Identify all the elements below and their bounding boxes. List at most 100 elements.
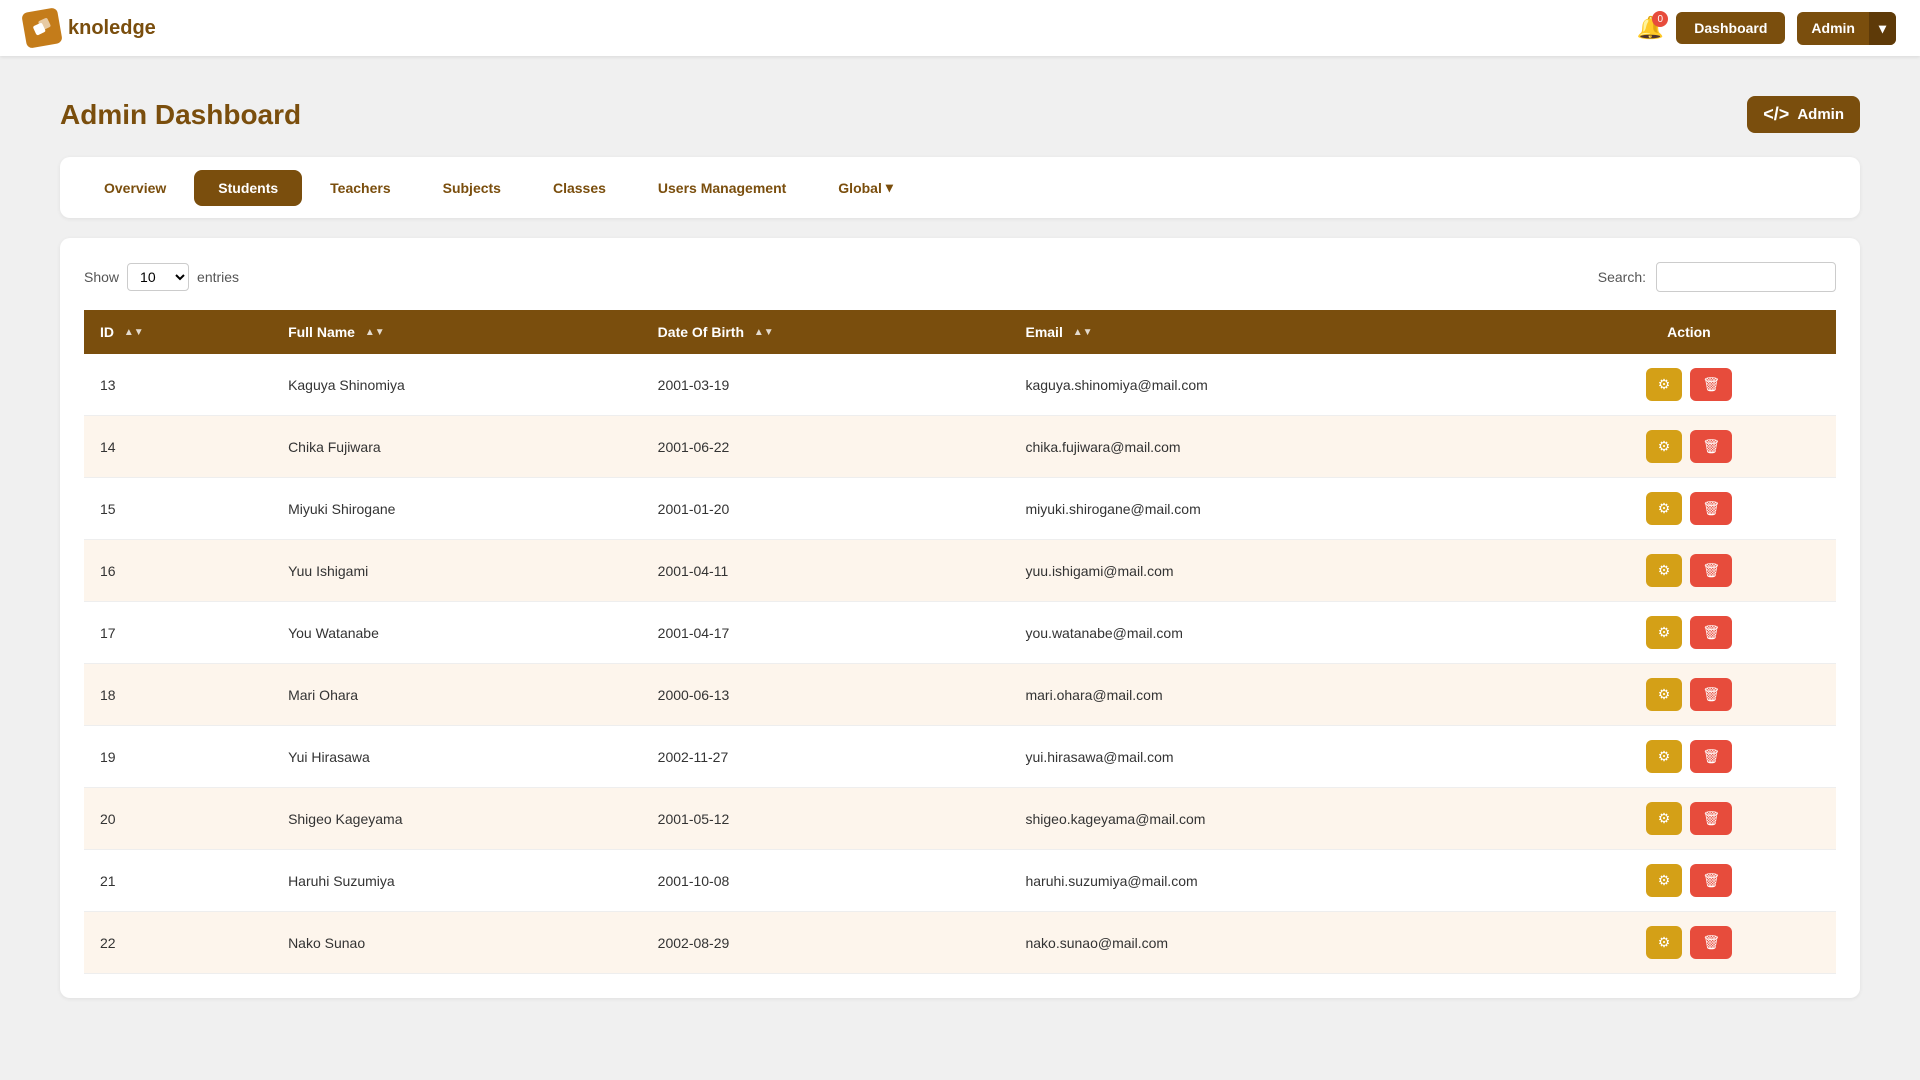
- tab-teachers[interactable]: Teachers: [306, 170, 414, 206]
- navbar-right: 🔔 0 Dashboard Admin ▾: [1637, 12, 1896, 45]
- edit-button[interactable]: ⚙: [1646, 492, 1683, 525]
- edit-button[interactable]: ⚙: [1646, 926, 1683, 959]
- delete-button[interactable]: 🗑: [1690, 802, 1732, 835]
- cell-email: you.watanabe@mail.com: [1009, 602, 1541, 664]
- cell-email: mari.ohara@mail.com: [1009, 664, 1541, 726]
- cell-email: yui.hirasawa@mail.com: [1009, 726, 1541, 788]
- logo[interactable]: knoledge: [24, 10, 156, 46]
- edit-button[interactable]: ⚙: [1646, 678, 1683, 711]
- edit-button[interactable]: ⚙: [1646, 554, 1683, 587]
- cell-email: shigeo.kageyama@mail.com: [1009, 788, 1541, 850]
- table-row: 17You Watanabe2001-04-17you.watanabe@mai…: [84, 602, 1836, 664]
- cell-action: ⚙🗑: [1542, 354, 1836, 416]
- admin-dropdown-arrow[interactable]: ▾: [1869, 12, 1896, 45]
- delete-button[interactable]: 🗑: [1690, 740, 1732, 773]
- cell-id: 20: [84, 788, 272, 850]
- show-entries: Show 10 25 50 100 entries: [84, 263, 239, 291]
- delete-button[interactable]: 🗑: [1690, 864, 1732, 897]
- cell-dob: 2001-04-11: [642, 540, 1010, 602]
- cell-id: 13: [84, 354, 272, 416]
- cell-email: chika.fujiwara@mail.com: [1009, 416, 1541, 478]
- table-row: 20Shigeo Kageyama2001-05-12shigeo.kageya…: [84, 788, 1836, 850]
- col-id[interactable]: ID ▲▼: [84, 310, 272, 354]
- page-header: Admin Dashboard </> Admin: [60, 96, 1860, 133]
- cell-dob: 2002-08-29: [642, 912, 1010, 974]
- table-body: 13Kaguya Shinomiya2001-03-19kaguya.shino…: [84, 354, 1836, 974]
- delete-button[interactable]: 🗑: [1690, 368, 1732, 401]
- table-row: 22Nako Sunao2002-08-29nako.sunao@mail.co…: [84, 912, 1836, 974]
- cell-full-name: Nako Sunao: [272, 912, 642, 974]
- notification-button[interactable]: 🔔 0: [1637, 15, 1664, 41]
- main-content: Admin Dashboard </> Admin Overview Stude…: [0, 56, 1920, 1038]
- delete-button[interactable]: 🗑: [1690, 926, 1732, 959]
- cell-id: 16: [84, 540, 272, 602]
- col-email[interactable]: Email ▲▼: [1009, 310, 1541, 354]
- tab-subjects[interactable]: Subjects: [419, 170, 525, 206]
- tab-students[interactable]: Students: [194, 170, 302, 206]
- delete-button[interactable]: 🗑: [1690, 616, 1732, 649]
- edit-button[interactable]: ⚙: [1646, 740, 1683, 773]
- delete-button[interactable]: 🗑: [1690, 492, 1732, 525]
- edit-button[interactable]: ⚙: [1646, 616, 1683, 649]
- table-row: 21Haruhi Suzumiya2001-10-08haruhi.suzumi…: [84, 850, 1836, 912]
- cell-action: ⚙🗑: [1542, 726, 1836, 788]
- cell-action: ⚙🗑: [1542, 912, 1836, 974]
- cell-id: 15: [84, 478, 272, 540]
- entries-label: entries: [197, 269, 239, 285]
- cell-dob: 2001-03-19: [642, 354, 1010, 416]
- cell-dob: 2001-06-22: [642, 416, 1010, 478]
- tab-overview[interactable]: Overview: [80, 170, 190, 206]
- admin-label: Admin: [1797, 12, 1869, 44]
- edit-button[interactable]: ⚙: [1646, 864, 1683, 897]
- edit-button[interactable]: ⚙: [1646, 430, 1683, 463]
- tabs-container: Overview Students Teachers Subjects Clas…: [60, 157, 1860, 218]
- entries-select[interactable]: 10 25 50 100: [127, 263, 189, 291]
- admin-badge-label: Admin: [1797, 106, 1844, 123]
- cell-id: 21: [84, 850, 272, 912]
- col-full-name[interactable]: Full Name ▲▼: [272, 310, 642, 354]
- tab-classes[interactable]: Classes: [529, 170, 630, 206]
- delete-button[interactable]: 🗑: [1690, 430, 1732, 463]
- cell-action: ⚙🗑: [1542, 788, 1836, 850]
- cell-email: miyuki.shirogane@mail.com: [1009, 478, 1541, 540]
- cell-full-name: Miyuki Shirogane: [272, 478, 642, 540]
- logo-text: knoledge: [68, 17, 156, 40]
- cell-id: 14: [84, 416, 272, 478]
- show-label: Show: [84, 269, 119, 285]
- cell-full-name: Yui Hirasawa: [272, 726, 642, 788]
- cell-full-name: You Watanabe: [272, 602, 642, 664]
- tab-global[interactable]: Global ▾: [814, 169, 917, 206]
- table-row: 19Yui Hirasawa2002-11-27yui.hirasawa@mai…: [84, 726, 1836, 788]
- cell-full-name: Chika Fujiwara: [272, 416, 642, 478]
- cell-id: 22: [84, 912, 272, 974]
- admin-dropdown[interactable]: Admin ▾: [1797, 12, 1896, 45]
- table-row: 13Kaguya Shinomiya2001-03-19kaguya.shino…: [84, 354, 1836, 416]
- cell-action: ⚙🗑: [1542, 478, 1836, 540]
- edit-button[interactable]: ⚙: [1646, 802, 1683, 835]
- cell-action: ⚙🗑: [1542, 602, 1836, 664]
- cell-full-name: Haruhi Suzumiya: [272, 850, 642, 912]
- admin-badge: </> Admin: [1747, 96, 1860, 133]
- cell-dob: 2001-01-20: [642, 478, 1010, 540]
- col-dob[interactable]: Date Of Birth ▲▼: [642, 310, 1010, 354]
- delete-button[interactable]: 🗑: [1690, 554, 1732, 587]
- search-input[interactable]: [1656, 262, 1836, 292]
- table-row: 16Yuu Ishigami2001-04-11yuu.ishigami@mai…: [84, 540, 1836, 602]
- notification-badge: 0: [1652, 11, 1668, 27]
- table-controls: Show 10 25 50 100 entries Search:: [84, 262, 1836, 292]
- cell-full-name: Mari Ohara: [272, 664, 642, 726]
- delete-button[interactable]: 🗑: [1690, 678, 1732, 711]
- col-action: Action: [1542, 310, 1836, 354]
- cell-email: kaguya.shinomiya@mail.com: [1009, 354, 1541, 416]
- edit-button[interactable]: ⚙: [1646, 368, 1683, 401]
- navbar: knoledge 🔔 0 Dashboard Admin ▾: [0, 0, 1920, 56]
- cell-id: 17: [84, 602, 272, 664]
- table-row: 18Mari Ohara2000-06-13mari.ohara@mail.co…: [84, 664, 1836, 726]
- cell-email: haruhi.suzumiya@mail.com: [1009, 850, 1541, 912]
- cell-dob: 2001-05-12: [642, 788, 1010, 850]
- cell-action: ⚙🗑: [1542, 540, 1836, 602]
- cell-email: nako.sunao@mail.com: [1009, 912, 1541, 974]
- cell-email: yuu.ishigami@mail.com: [1009, 540, 1541, 602]
- tab-users-management[interactable]: Users Management: [634, 170, 810, 206]
- dashboard-button[interactable]: Dashboard: [1676, 12, 1785, 44]
